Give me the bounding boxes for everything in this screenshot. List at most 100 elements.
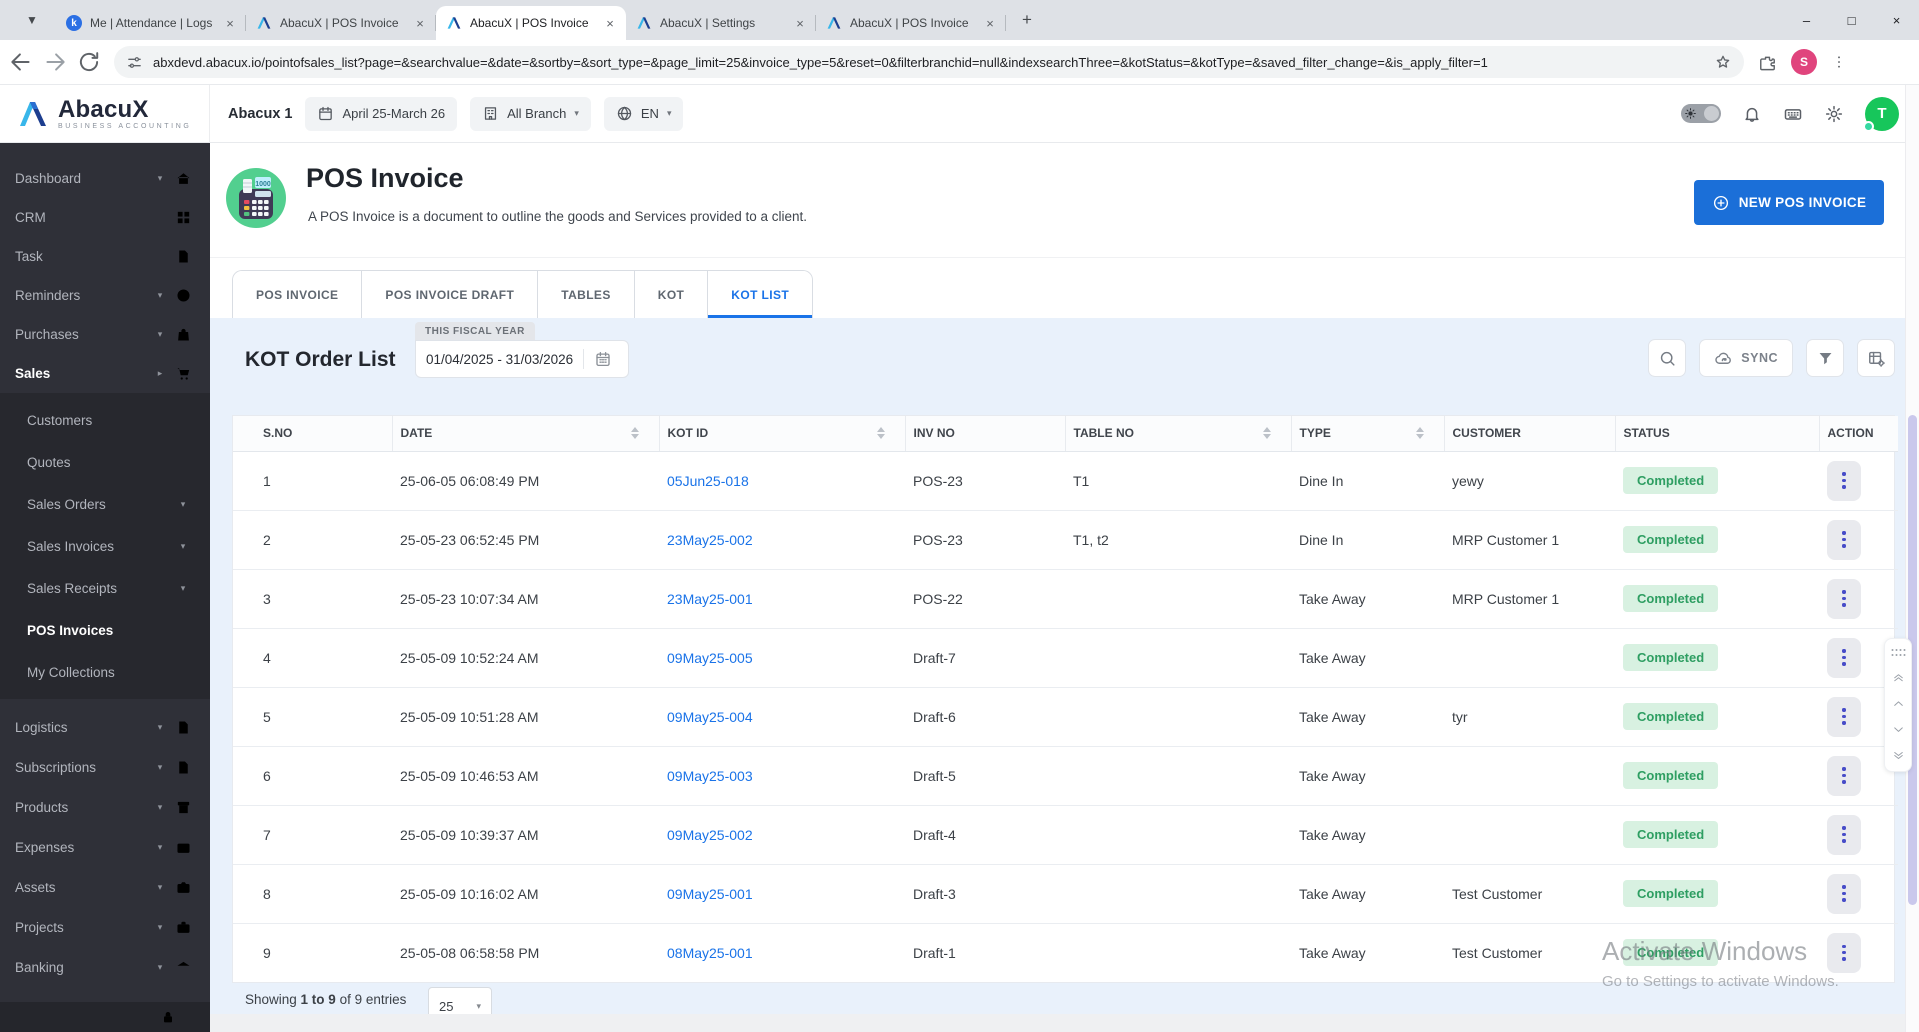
sidebar-item-projects[interactable]: Projects ▾ (0, 907, 210, 947)
maximize-button[interactable]: □ (1829, 0, 1874, 40)
row-actions-menu-button[interactable] (1827, 755, 1861, 796)
browser-tab[interactable]: AbacuX | POS Invoice × (436, 6, 626, 40)
sidebar-item-quotes[interactable]: Quotes (0, 441, 210, 483)
column-settings-button[interactable] (1857, 339, 1895, 377)
theme-toggle[interactable] (1681, 104, 1721, 123)
extensions-puzzle-icon[interactable] (1758, 53, 1777, 72)
column-header-table-no[interactable]: TABLE NO (1064, 416, 1291, 452)
kot-id-link-text[interactable]: 23May25-002 (667, 532, 753, 548)
back-icon[interactable] (8, 49, 34, 75)
browser-menu-icon[interactable] (1831, 54, 1847, 70)
browser-profile-avatar[interactable]: S (1791, 49, 1817, 75)
kot-id-link-text[interactable]: 08May25-001 (667, 945, 753, 961)
site-settings-icon[interactable] (126, 54, 143, 71)
kot-id-link-text[interactable]: 09May25-005 (667, 650, 753, 666)
date-range-input[interactable]: 01/04/2025 - 31/03/2026 (415, 340, 629, 378)
new-tab-button[interactable]: + (1014, 7, 1040, 33)
user-avatar[interactable]: T (1863, 96, 1899, 132)
tab-close-icon[interactable]: × (222, 15, 238, 31)
sidebar-item-purchases[interactable]: Purchases ▾ (0, 315, 210, 354)
new-pos-invoice-button[interactable]: NEW POS INVOICE (1694, 180, 1884, 225)
scroll-top-double-chevron-up-icon[interactable] (1891, 671, 1906, 684)
row-actions-menu-button[interactable] (1827, 696, 1861, 737)
page-scrollbar[interactable] (1905, 85, 1919, 1032)
scroll-bottom-double-chevron-down-icon[interactable] (1891, 749, 1906, 762)
sidebar-item-subscriptions[interactable]: Subscriptions ▾ (0, 747, 210, 787)
sync-button[interactable]: SYNC (1699, 339, 1793, 377)
sidebar-item-task[interactable]: Task (0, 237, 210, 276)
sort-arrows-icon[interactable] (1262, 427, 1271, 440)
browser-tab[interactable]: AbacuX | POS Invoice × (816, 6, 1006, 40)
fiscal-range-label: April 25-March 26 (342, 106, 446, 121)
row-actions-menu-button[interactable] (1827, 460, 1861, 501)
scroll-down-chevron-icon[interactable] (1891, 723, 1906, 736)
column-header-kot-id[interactable]: KOT ID (658, 416, 905, 452)
tab-pos-invoice-draft[interactable]: POS INVOICE DRAFT (362, 271, 539, 318)
kot-id-link-text[interactable]: 09May25-004 (667, 709, 753, 725)
tab-tables[interactable]: TABLES (538, 271, 635, 318)
sidebar-item-expenses[interactable]: Expenses ▾ (0, 827, 210, 867)
sort-arrows-icon[interactable] (876, 427, 885, 440)
sidebar-item-sales[interactable]: Sales ▸ (0, 354, 210, 393)
sidebar-item-sales-receipts[interactable]: Sales Receipts ▾ (0, 567, 210, 609)
calendar-icon[interactable] (594, 350, 612, 368)
filter-button[interactable] (1806, 339, 1844, 377)
kot-id-link-text[interactable]: 09May25-003 (667, 768, 753, 784)
kot-id-link-text[interactable]: 23May25-001 (667, 591, 753, 607)
row-actions-menu-button[interactable] (1827, 637, 1861, 678)
forward-icon[interactable] (42, 49, 68, 75)
search-button[interactable] (1648, 339, 1687, 377)
drag-handle-dots-icon[interactable] (1891, 648, 1906, 658)
browser-tab[interactable]: k Me | Attendance | Logs × (56, 6, 246, 40)
sidebar-item-sales-invoices[interactable]: Sales Invoices ▾ (0, 525, 210, 567)
sort-arrows-icon[interactable] (630, 427, 639, 440)
sidebar-item-sales-orders[interactable]: Sales Orders ▾ (0, 483, 210, 525)
bookmark-star-icon[interactable] (1714, 53, 1732, 71)
chevron-down-icon: ▾ (157, 881, 163, 892)
lock-icon[interactable] (160, 1009, 176, 1025)
minimize-button[interactable]: – (1784, 0, 1829, 40)
kot-id-link-text[interactable]: 09May25-001 (667, 886, 753, 902)
row-actions-menu-button[interactable] (1827, 578, 1861, 619)
tab-kot-list[interactable]: KOT LIST (708, 271, 813, 318)
sidebar-item-banking[interactable]: Banking ▾ (0, 947, 210, 987)
sidebar-item-assets[interactable]: Assets ▾ (0, 867, 210, 907)
settings-gear-icon[interactable] (1824, 104, 1844, 124)
sidebar-item-reminders[interactable]: Reminders ▾ (0, 276, 210, 315)
sidebar-item-customers[interactable]: Customers (0, 399, 210, 441)
tab-kot[interactable]: KOT (634, 271, 709, 318)
scroll-up-chevron-icon[interactable] (1891, 697, 1906, 710)
browser-tab[interactable]: AbacuX | POS Invoice × (246, 6, 436, 40)
address-bar[interactable]: abxdevd.abacux.io/pointofsales_list?page… (114, 46, 1744, 78)
company-name[interactable]: Abacux 1 (228, 106, 292, 122)
sidebar-item-crm[interactable]: CRM (0, 198, 210, 237)
tab-close-icon[interactable]: × (602, 15, 618, 31)
tab-search-chevron-icon[interactable]: ▼ (18, 6, 46, 34)
fiscal-range-selector[interactable]: April 25-March 26 (305, 96, 458, 131)
tab-pos-invoice[interactable]: POS INVOICE (233, 271, 363, 318)
tab-close-icon[interactable]: × (982, 15, 998, 31)
tab-close-icon[interactable]: × (412, 15, 428, 31)
close-button[interactable]: × (1874, 0, 1919, 40)
browser-tab[interactable]: AbacuX | Settings × (626, 6, 816, 40)
language-selector[interactable]: EN ▾ (603, 96, 684, 131)
notifications-bell-icon[interactable] (1742, 104, 1762, 124)
sidebar-item-dashboard[interactable]: Dashboard ▾ (0, 159, 210, 198)
sidebar-item-products[interactable]: Products ▾ (0, 787, 210, 827)
row-actions-menu-button[interactable] (1827, 932, 1861, 973)
sidebar-item-pos-invoices[interactable]: POS Invoices (0, 609, 210, 651)
row-actions-menu-button[interactable] (1827, 814, 1861, 855)
row-actions-menu-button[interactable] (1827, 873, 1861, 914)
kot-id-link-text[interactable]: 05Jun25-018 (667, 473, 749, 489)
reload-icon[interactable] (76, 49, 102, 75)
column-header-type[interactable]: TYPE (1290, 416, 1444, 452)
column-header-date[interactable]: DATE (391, 416, 659, 452)
sidebar-item-my-collections[interactable]: My Collections (0, 651, 210, 693)
kot-id-link-text[interactable]: 09May25-002 (667, 827, 753, 843)
keyboard-icon[interactable] (1783, 104, 1803, 124)
tab-close-icon[interactable]: × (792, 15, 808, 31)
branch-selector[interactable]: All Branch ▾ (470, 96, 591, 131)
sort-arrows-icon[interactable] (1415, 427, 1424, 440)
sidebar-item-logistics[interactable]: Logistics ▾ (0, 707, 210, 747)
row-actions-menu-button[interactable] (1827, 519, 1861, 560)
